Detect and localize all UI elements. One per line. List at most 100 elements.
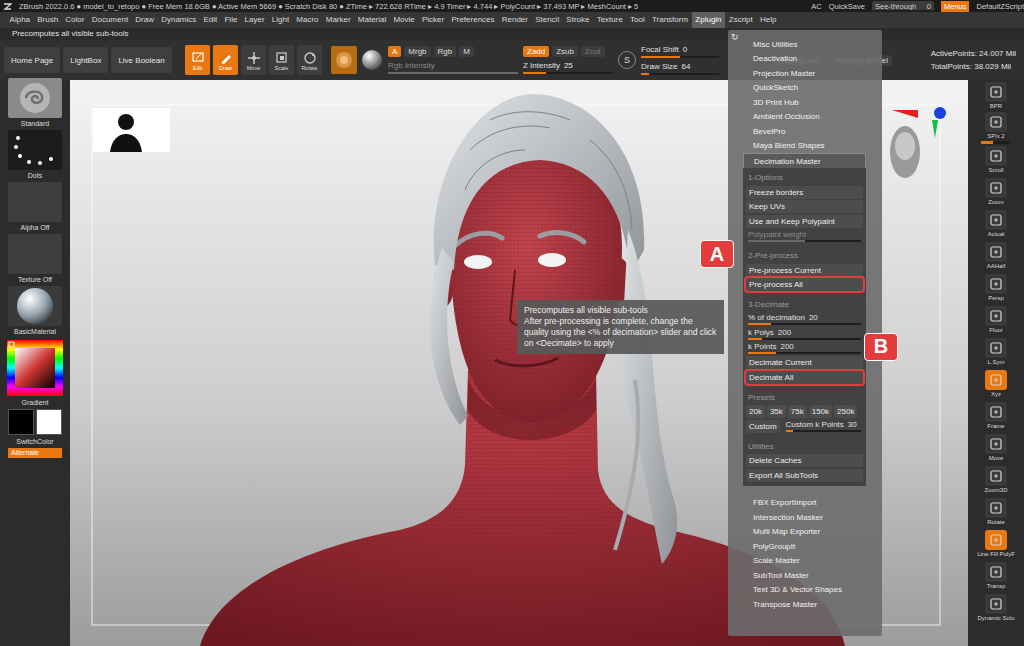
plugin-menu-item[interactable]: Deactivation bbox=[728, 52, 882, 67]
plugin-menu-item[interactable]: SubTool Master bbox=[728, 568, 882, 583]
mode-button[interactable]: Draw bbox=[213, 45, 238, 75]
secondary-color-swatch[interactable] bbox=[36, 409, 62, 435]
stroke-s-icon[interactable]: S bbox=[618, 51, 636, 69]
alternate-button[interactable]: Alternate bbox=[8, 448, 62, 458]
color-mode-button[interactable]: M bbox=[459, 46, 474, 57]
nav-button[interactable]: Home Page bbox=[4, 47, 60, 73]
mode-button[interactable]: Move bbox=[241, 45, 266, 75]
color-mode-button[interactable]: Rgb bbox=[434, 46, 457, 57]
color-mode-button[interactable]: A bbox=[388, 46, 401, 57]
menu-item[interactable]: Marker bbox=[322, 12, 354, 28]
shelf-button[interactable]: Xyz bbox=[971, 368, 1021, 400]
shelf-button[interactable]: L.Sym bbox=[971, 336, 1021, 368]
shelf-button[interactable]: Rotate bbox=[971, 496, 1021, 528]
menu-item[interactable]: Picker bbox=[418, 12, 447, 28]
shelf-item[interactable]: BasicMaterial bbox=[8, 286, 62, 335]
shelf-button[interactable]: Floor bbox=[971, 304, 1021, 336]
shelf-button[interactable]: Scroll bbox=[971, 144, 1021, 176]
decimation-master-header[interactable]: Decimation Master bbox=[743, 153, 866, 168]
menu-item[interactable]: Stencil bbox=[532, 12, 563, 28]
plugin-menu-item[interactable]: Scale Master bbox=[728, 554, 882, 569]
panel-slider[interactable]: % of decimation20 bbox=[746, 313, 863, 326]
plugin-menu-item[interactable]: 3D Print Hub bbox=[728, 95, 882, 110]
see-through-slider[interactable]: See-through0 bbox=[872, 1, 934, 11]
menu-item[interactable]: Preferences bbox=[448, 12, 498, 28]
nav-button[interactable]: LightBox bbox=[63, 47, 108, 73]
shelf-item[interactable]: Texture Off bbox=[8, 234, 62, 283]
panel-button[interactable]: Pre-process Current bbox=[746, 264, 863, 277]
plugin-menu-item[interactable]: Misc Utilities bbox=[728, 37, 882, 52]
rgb-intensity-slider[interactable]: Rgb Intensity bbox=[388, 61, 518, 74]
z-mode-button[interactable]: Zcut bbox=[581, 46, 605, 57]
plugin-menu-item[interactable]: PolyGroupIt bbox=[728, 539, 882, 554]
material-thumbnail[interactable] bbox=[361, 49, 383, 71]
refresh-icon[interactable]: ↻ bbox=[731, 32, 739, 42]
panel-button[interactable]: Delete Caches bbox=[746, 454, 863, 467]
menu-item[interactable]: Zplugin bbox=[692, 12, 725, 28]
nav-button[interactable]: Live Boolean bbox=[111, 47, 171, 73]
menu-item[interactable]: Movie bbox=[390, 12, 419, 28]
shelf-button[interactable]: Transp bbox=[971, 560, 1021, 592]
panel-button[interactable]: Freeze borders bbox=[746, 186, 863, 199]
panel-button[interactable]: Keep UVs bbox=[746, 200, 863, 213]
shelf-item[interactable]: Dots bbox=[8, 130, 62, 179]
menu-item[interactable]: Material bbox=[354, 12, 390, 28]
menu-item[interactable]: Macro bbox=[293, 12, 322, 28]
menu-item[interactable]: Zscript bbox=[725, 12, 756, 28]
shelf-button[interactable]: Zoom bbox=[971, 176, 1021, 208]
menu-item[interactable]: Edit bbox=[200, 12, 221, 28]
menu-item[interactable]: Brush bbox=[34, 12, 62, 28]
brush-thumbnail[interactable] bbox=[331, 46, 357, 74]
panel-button[interactable]: Pre-process AllA bbox=[746, 278, 863, 291]
mode-button[interactable]: Scale bbox=[269, 45, 294, 75]
plugin-menu-item[interactable]: Multi Map Exporter bbox=[728, 525, 882, 540]
custom-points-slider[interactable]: Custom k Points30 bbox=[784, 420, 863, 433]
shelf-button[interactable]: Dynamic Solo bbox=[971, 592, 1021, 624]
preset-button[interactable]: 250k bbox=[834, 405, 857, 418]
plugin-menu-item[interactable]: FBX ExportImport bbox=[728, 496, 882, 511]
color-picker[interactable] bbox=[7, 340, 63, 396]
mode-button[interactable]: Rotate bbox=[297, 45, 322, 75]
shelf-button[interactable]: Zoom3D bbox=[971, 464, 1021, 496]
shelf-button[interactable]: Persp bbox=[971, 272, 1021, 304]
menu-item[interactable]: Light bbox=[268, 12, 293, 28]
panel-button[interactable]: Decimate AllB bbox=[746, 371, 863, 384]
panel-button[interactable]: Use and Keep Polypaint bbox=[746, 215, 863, 228]
panel-button[interactable]: Decimate Current bbox=[746, 356, 863, 369]
shelf-item[interactable]: Standard bbox=[8, 78, 62, 127]
color-mode-button[interactable]: Mrgb bbox=[404, 46, 430, 57]
shelf-button[interactable]: Line Fill PolyF bbox=[971, 528, 1021, 560]
preset-button[interactable]: 150k bbox=[809, 405, 832, 418]
menu-item[interactable]: Layer bbox=[241, 12, 268, 28]
plugin-menu-item[interactable]: QuickSketch bbox=[728, 81, 882, 96]
focal-shift-slider[interactable]: Focal Shift0 bbox=[641, 45, 719, 58]
switch-color-button[interactable]: SwitchColor bbox=[16, 438, 53, 445]
menu-item[interactable]: Dynamics bbox=[158, 12, 200, 28]
z-intensity-slider[interactable]: Z Intensity25 bbox=[523, 61, 613, 74]
menu-item[interactable]: Draw bbox=[132, 12, 158, 28]
shelf-item[interactable]: Alpha Off bbox=[8, 182, 62, 231]
shelf-button[interactable]: Actual bbox=[971, 208, 1021, 240]
shelf-button[interactable]: Frame bbox=[971, 400, 1021, 432]
draw-size-slider[interactable]: Draw Size64 bbox=[641, 62, 719, 75]
menu-item[interactable]: File bbox=[221, 12, 241, 28]
ac-button[interactable]: AC bbox=[811, 2, 821, 11]
menu-item[interactable]: Texture bbox=[593, 12, 626, 28]
mode-button[interactable]: Edit bbox=[185, 45, 210, 75]
plugin-menu-item[interactable]: Ambient Occlusion bbox=[728, 110, 882, 125]
plugin-menu-item[interactable]: Intersection Masker bbox=[728, 510, 882, 525]
menu-item[interactable]: Stroke bbox=[563, 12, 593, 28]
menu-item[interactable]: Color bbox=[62, 12, 88, 28]
plugin-menu-item[interactable]: Transpose Master bbox=[728, 597, 882, 612]
shelf-button[interactable]: BPR bbox=[971, 80, 1021, 112]
menu-item[interactable]: Document bbox=[88, 12, 132, 28]
plugin-menu-item[interactable]: Maya Blend Shapes bbox=[728, 139, 882, 154]
shelf-button[interactable]: Move bbox=[971, 432, 1021, 464]
plugin-menu-item[interactable]: Text 3D & Vector Shapes bbox=[728, 583, 882, 598]
preset-button[interactable]: 20k bbox=[746, 405, 765, 418]
z-mode-button[interactable]: Zsub bbox=[552, 46, 578, 57]
quicksave-button[interactable]: QuickSave bbox=[829, 2, 865, 11]
menu-item[interactable]: Tool bbox=[627, 12, 649, 28]
menus-button[interactable]: Menus bbox=[941, 1, 970, 12]
panel-slider[interactable]: Polypaint weight bbox=[746, 229, 863, 242]
